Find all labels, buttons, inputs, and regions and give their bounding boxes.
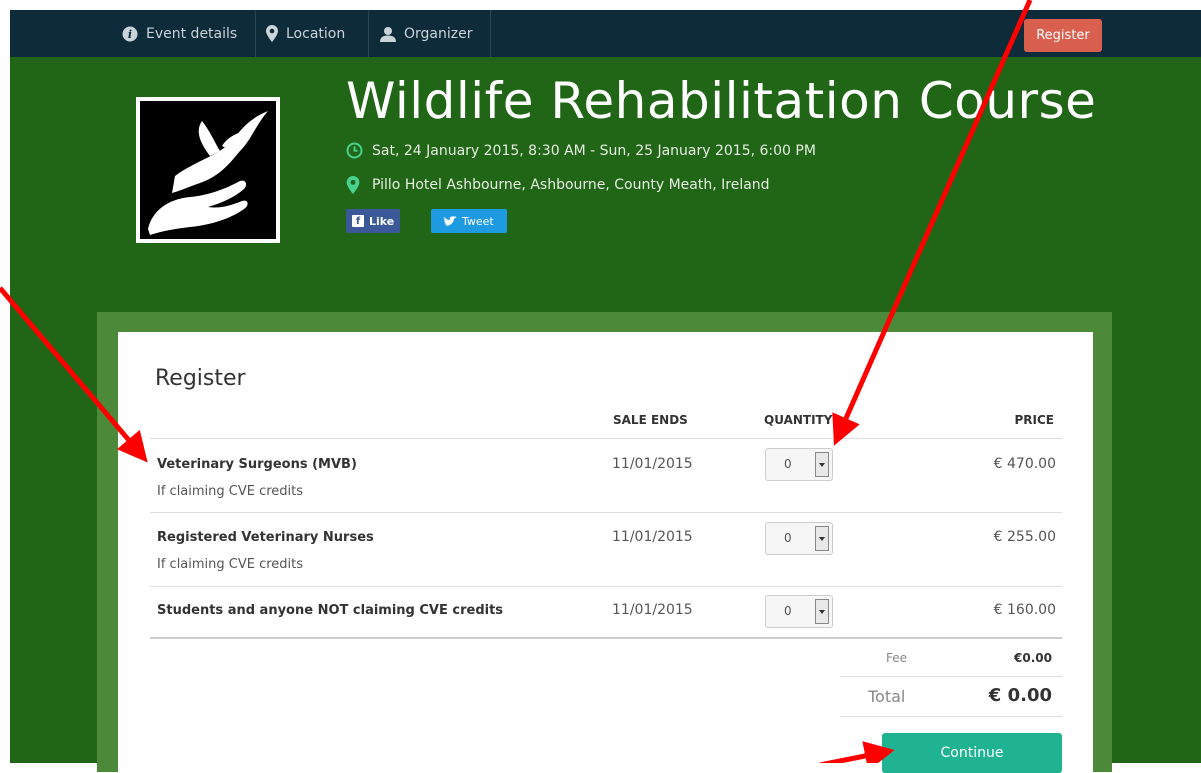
quantity-select[interactable]: 0 [765,448,833,481]
event-datetime-text: Sat, 24 January 2015, 8:30 AM - Sun, 25 … [372,142,816,159]
nav-divider [255,10,256,57]
nav-location[interactable]: Location [266,10,345,57]
ticket-note: If claiming CVE credits [157,557,304,572]
total-value: € 0.00 [988,685,1052,706]
map-pin-icon [266,25,278,42]
event-location-text: Pillo Hotel Ashbourne, Ashbourne, County… [372,177,770,193]
quantity-select[interactable]: 0 [765,595,833,628]
ticket-sale-ends: 11/01/2015 [612,456,693,472]
twitter-bird-icon [443,215,457,227]
summary-divider [840,716,1062,717]
col-quantity: QUANTITY [764,413,833,427]
clock-icon [346,142,364,159]
nav-divider [368,10,369,57]
ticket-sale-ends: 11/01/2015 [612,602,693,618]
nav-label: Organizer [404,25,473,42]
register-panel [118,332,1093,772]
register-nav-button[interactable]: Register [1024,19,1102,52]
ticket-name: Registered Veterinary Nurses [157,530,374,545]
ticket-price: € 470.00 [993,456,1056,472]
like-label: Like [369,214,395,228]
row-divider [150,512,1062,513]
map-pin-icon [346,176,364,194]
nav-label: Location [286,25,346,42]
event-logo [136,97,280,243]
event-title: Wildlife Rehabilitation Course [346,72,1097,130]
info-icon: i [122,26,138,42]
facebook-like-button[interactable]: f Like [346,209,400,233]
fee-value: €0.00 [1014,651,1052,665]
header-divider [150,438,1062,439]
quantity-value: 0 [784,531,792,545]
chevron-down-icon [815,526,829,551]
nav-event-details[interactable]: i Event details [122,10,237,57]
chevron-down-icon [815,452,829,477]
register-heading: Register [155,366,246,391]
ticket-name: Students and anyone NOT claiming CVE cre… [157,603,504,618]
chevron-down-icon [815,599,829,624]
event-location: Pillo Hotel Ashbourne, Ashbourne, County… [346,176,770,194]
total-label: Total [868,687,906,706]
ticket-note: If claiming CVE credits [157,484,304,499]
event-datetime: Sat, 24 January 2015, 8:30 AM - Sun, 25 … [346,142,816,159]
top-nav: i Event details Location Organizer [10,10,1201,57]
col-price: PRICE [1014,413,1054,427]
tweet-button[interactable]: Tweet [431,209,507,233]
nav-divider [490,10,491,57]
fee-label: Fee [886,651,908,665]
facebook-icon: f [352,215,364,227]
continue-button[interactable]: Continue [882,733,1062,773]
svg-text:i: i [128,28,132,41]
person-icon [380,26,396,42]
quantity-value: 0 [784,457,792,471]
quantity-select[interactable]: 0 [765,522,833,555]
col-sale-ends: SALE ENDS [613,413,688,427]
summary-divider [840,676,1062,677]
nav-organizer[interactable]: Organizer [380,10,472,57]
quantity-value: 0 [784,604,792,618]
ticket-name: Veterinary Surgeons (MVB) [157,457,357,472]
ticket-price: € 160.00 [993,602,1056,618]
ticket-price: € 255.00 [993,529,1056,545]
dove-hand-icon [148,111,268,235]
table-bottom-divider [150,637,1062,639]
ticket-sale-ends: 11/01/2015 [612,529,693,545]
row-divider [150,586,1062,587]
nav-label: Event details [146,25,238,42]
tweet-label: Tweet [462,214,494,228]
